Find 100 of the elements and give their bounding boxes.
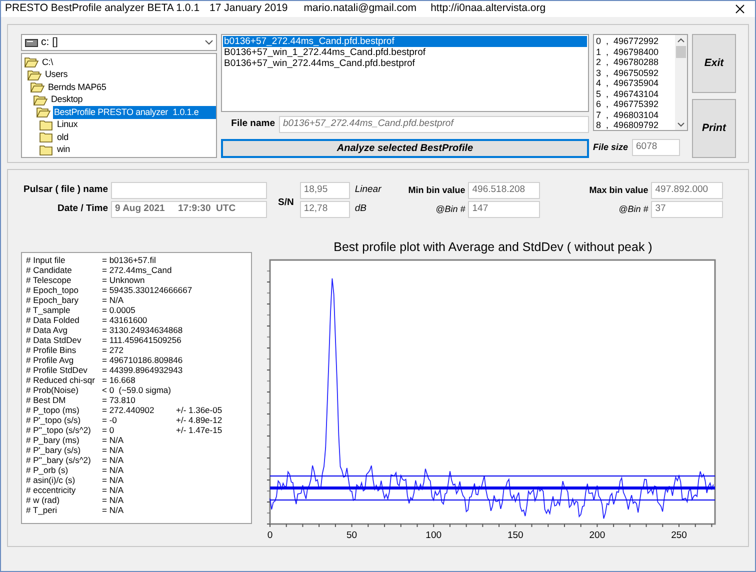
bin-list-item[interactable]: 0 , 496772992 [596, 36, 675, 46]
header-key: # P_topo (ms) [26, 405, 102, 415]
header-key: # P_orb (s) [26, 465, 102, 475]
file-list-item[interactable]: b0136+57_272.44ms_Cand.pfd.bestprof [223, 36, 587, 47]
folder-item[interactable]: Desktop [50, 93, 84, 106]
header-value: = 43161600 [102, 315, 148, 325]
bin-list-item[interactable]: 4 , 496735904 [596, 78, 675, 88]
header-key: # Reduced chi-sqr [26, 375, 102, 385]
header-key: # T_peri [26, 505, 102, 515]
scrollbar[interactable] [675, 35, 687, 130]
folder-icon [39, 118, 54, 131]
scroll-thumb[interactable] [676, 46, 686, 58]
header-value: = b0136+57.fil [102, 255, 157, 265]
analyze-button[interactable]: Analyze selected BestProfile [221, 139, 589, 158]
sn-field[interactable]: 12,78 [300, 201, 350, 218]
folder-item[interactable]: BestProfile PRESTO analyzer 1.0.1.e [53, 106, 216, 119]
header-value: = 44399.8964932943 [102, 365, 184, 375]
pulsar-name-label: Pulsar ( file ) name [22, 183, 108, 198]
header-key: # asin(i)/c (s) [26, 475, 102, 485]
drive-select[interactable]: c: [] [21, 34, 217, 51]
header-key: # Data Avg [26, 325, 102, 335]
folder-item[interactable]: old [56, 130, 70, 144]
file-list-item[interactable]: B0136+57_win_272.44ms_Cand.pfd.bestprof [223, 58, 587, 69]
folder-item[interactable]: Bernds MAP65 [47, 80, 108, 94]
header-value: = N/A [102, 505, 124, 515]
header-value: = N/A [102, 495, 124, 505]
header-value: = N/A [102, 485, 124, 495]
header-error: +/- 1.36e-05 [176, 405, 222, 415]
bin-number-field[interactable]: 37 [651, 201, 724, 218]
bin-list-item[interactable]: 6 , 496775392 [596, 99, 675, 110]
header-value: = 496710186.809846 [102, 355, 184, 365]
bin-list-item[interactable]: 7 , 496803104 [596, 110, 675, 120]
header-key: # P''_bary (s/s^2) [26, 455, 102, 465]
folder-item[interactable]: Linux [56, 118, 79, 132]
folder-item[interactable]: Users [44, 68, 69, 82]
file-list-item[interactable]: B0136+57_win_1_272.44ms_Cand.pfd.bestprof [223, 47, 587, 58]
bin-number-label: @Bin # [434, 202, 466, 216]
open-folder-icon [24, 56, 39, 68]
bin-list-item[interactable]: 2 , 496780288 [596, 57, 675, 68]
header-key: # Data StdDev [26, 335, 102, 345]
window-title-date: 17 January 2019 [210, 1, 288, 16]
header-key: # Data Folded [26, 315, 102, 325]
header-value: = 3130.24934634868 [102, 325, 184, 335]
header-value: = N/A [102, 435, 124, 445]
x-tick-label: 50 [346, 530, 358, 541]
header-key: # T_sample [26, 305, 102, 315]
header-key: # w (rad) [26, 495, 102, 505]
file-size-label: File size [593, 140, 628, 154]
bin-value-field[interactable]: 496.518.208 [468, 182, 540, 199]
header-value: = 272 [102, 345, 125, 355]
file-name-field[interactable]: b0136+57_272.44ms_Cand.pfd.bestprof [279, 116, 589, 133]
header-value: = N/A [102, 455, 124, 465]
header-value: = 272.44ms_Cand [102, 265, 173, 275]
folder-item[interactable]: win [56, 143, 71, 156]
bin-value-label: Min bin value [407, 184, 466, 197]
header-value: = 0.0005 [102, 305, 136, 315]
header-value: = 111.459641509256 [102, 335, 182, 345]
close-icon[interactable] [735, 4, 745, 14]
file-size-field[interactable]: 6078 [632, 139, 680, 156]
bin-list-item[interactable]: 1 , 496798400 [596, 46, 675, 57]
bin-list-item[interactable]: 8 , 496809792 [596, 120, 675, 130]
header-key: # Epoch_bary [26, 295, 102, 305]
open-folder-icon [33, 94, 48, 106]
header-value: < 0 (~59.0 sigma) [102, 385, 172, 395]
x-tick-label: 0 [267, 530, 273, 541]
sn-field[interactable]: 18,95 [300, 182, 350, 199]
window-title-url: http://i0naa.altervista.org [430, 1, 546, 16]
header-value: = -0 [102, 415, 118, 425]
header-value: = Unknown [102, 275, 146, 285]
header-value: = N/A [102, 445, 124, 455]
header-key: # Profile Avg [26, 355, 102, 365]
pulsar-name-field[interactable] [111, 182, 267, 199]
scroll-down-icon[interactable] [677, 120, 685, 128]
header-value: = N/A [102, 475, 124, 485]
bin-value-field[interactable]: 497.892.000 [651, 182, 724, 199]
folder-item[interactable]: C:\ [41, 56, 54, 69]
bin-list-item[interactable]: 3 , 496750592 [596, 68, 675, 78]
open-folder-icon [30, 81, 45, 94]
header-value: = N/A [102, 465, 124, 475]
bin-number-field[interactable]: 147 [468, 201, 540, 218]
open-folder-icon [36, 106, 51, 118]
folder-icon [39, 131, 54, 144]
header-key: # Profile StdDev [26, 365, 102, 375]
sn-unit: Linear [354, 183, 382, 198]
header-error: +/- 1.47e-15 [176, 425, 222, 435]
x-tick-label: 250 [671, 530, 687, 541]
action-button[interactable]: Exit [692, 34, 736, 93]
drive-icon [25, 38, 38, 46]
action-button[interactable]: Print [692, 99, 736, 158]
bin-list-item[interactable]: 5 , 496743104 [596, 88, 675, 99]
header-key: # Profile Bins [26, 345, 102, 355]
x-tick-label: 200 [589, 530, 606, 541]
date-time-label: Date / Time [56, 202, 108, 216]
file-name-label: File name [231, 117, 275, 132]
header-key: # P''_topo (s/s^2) [26, 425, 102, 435]
bin-value-label: Max bin value [588, 184, 648, 197]
scroll-up-icon[interactable] [677, 37, 685, 45]
header-key: # Prob(Noise) [26, 385, 102, 395]
folder-icon [39, 144, 54, 156]
date-time-field[interactable]: 9 Aug 2021 17:9:30 UTC [111, 201, 267, 218]
